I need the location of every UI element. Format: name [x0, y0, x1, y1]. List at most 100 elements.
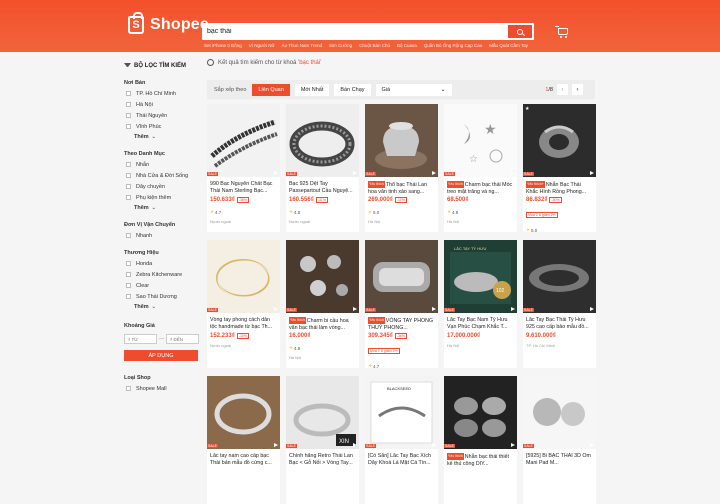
prev-page-button[interactable]: ‹ — [557, 84, 568, 95]
checkbox[interactable] — [126, 233, 131, 238]
video-icon — [432, 307, 436, 311]
more-button[interactable]: Thêm ⌄ — [124, 132, 202, 142]
filter-option[interactable]: Vĩnh Phúc — [124, 121, 202, 132]
keyword-link[interactable]: Mẫu Quát Cầm Tay — [489, 43, 528, 48]
product-card[interactable]: SALE Bạc 925 Dệt Tay Passepartout Cầu Ngu… — [286, 104, 359, 232]
filter-option[interactable]: Dây chuyền — [124, 181, 202, 192]
search-input[interactable] — [202, 24, 508, 39]
product-card[interactable]: SALE Yêu thích VÒNG TAY PHONG THUỶ PHONG..… — [365, 240, 438, 368]
checkbox[interactable] — [126, 272, 131, 277]
option-label: Dây chuyền — [136, 183, 166, 190]
rating-value: 4.8 — [452, 209, 459, 215]
more-label: Thêm — [134, 304, 149, 310]
filter-option[interactable]: Sao Thái Dương — [124, 291, 202, 302]
price-row: 17.000.000₫ — [447, 333, 514, 339]
keyword-link[interactable]: Áo Thun Nam Trend — [282, 43, 322, 48]
sort-newest-button[interactable]: Mới Nhất — [294, 83, 330, 96]
checkbox[interactable] — [126, 173, 131, 178]
filter-option[interactable]: Nhanh — [124, 230, 202, 241]
checkbox[interactable] — [126, 162, 131, 167]
video-icon — [432, 171, 436, 175]
product-card[interactable]: SALE Lắc Tay Bạc Thái Tỳ Hưu 925 cao cấp … — [523, 240, 596, 368]
keyword-link[interactable]: Chuột Bán Chú — [359, 43, 390, 48]
keyword-link[interactable]: Sim Cường — [329, 43, 352, 48]
product-card[interactable]: ★ ☆ SALE Yêu thích Charm bạc thái Móc treo m… — [444, 104, 517, 232]
product-card[interactable]: SALE Yêu thích Charm bi cầu hoa văn bạc th… — [286, 240, 359, 368]
shopee-logo[interactable]: S Shopee — [128, 12, 209, 34]
sort-relevance-button[interactable]: Liên Quan — [252, 83, 290, 96]
video-icon — [590, 171, 594, 175]
option-label: Thái Nguyên — [136, 112, 168, 119]
filter-option[interactable]: Honda — [124, 258, 202, 269]
star-icon: ★ — [289, 209, 294, 214]
product-image: LẮC TAY TỲ HƯU 102 SALE — [444, 240, 517, 313]
sale-label: SALE — [286, 172, 297, 176]
brand-name: Shopee — [150, 16, 209, 33]
product-name: Vòng tay phong cách dân tộc handmade từ … — [210, 317, 277, 330]
shop-location: TP. Hồ Chí Minh — [526, 343, 556, 348]
rating: ★ 5.0 — [368, 209, 435, 215]
keyword-link[interactable]: Set iPhone 0 Đồng — [204, 43, 242, 48]
filter-option[interactable]: Hà Nội — [124, 99, 202, 110]
filter-option[interactable]: Clear — [124, 280, 202, 291]
product-name-text: Lắc tay nam cao cấp bạc Thái bản mẫu đồ … — [210, 453, 272, 466]
video-icon — [353, 171, 357, 175]
price-row: 86.832₫ -50% — [526, 197, 593, 203]
product-card[interactable]: SALE Yêu thích Nhẫn bạc thái thiết kế thủ … — [444, 376, 517, 504]
product-card[interactable]: SALE Lắc tay nam cao cấp bạc Thái bản mẫu… — [207, 376, 280, 504]
filter-option[interactable]: Thái Nguyên — [124, 110, 202, 121]
price-sort-select[interactable]: Giá ⌄ — [375, 83, 452, 96]
video-icon — [274, 171, 278, 175]
checkbox[interactable] — [126, 261, 131, 266]
product-card[interactable]: SALE Vòng tay phong cách dân tộc handmade… — [207, 240, 280, 368]
next-page-button[interactable]: › — [572, 84, 583, 95]
checkbox[interactable] — [126, 283, 131, 288]
filter-option[interactable]: Nhẫn — [124, 159, 202, 170]
mini-pagination: 1/8 ‹ › — [545, 84, 583, 95]
product-card[interactable]: BLACKSEED SALE [Có Sẵn] Lắc Tay Bạc Xích D… — [365, 376, 438, 504]
sale-label: SALE — [523, 444, 534, 448]
product-card[interactable]: SALE Yêu thích Thổ bạc Thái Lan hoa văn ti… — [365, 104, 438, 232]
rating: ★ 5.0 — [526, 227, 593, 232]
filter-option[interactable]: TP. Hồ Chí Minh — [124, 88, 202, 99]
product-card[interactable]: ★ SALE Yêu thích+ Nhẫn Bạc Thái Khắc Hình R… — [523, 104, 596, 232]
checkbox[interactable] — [126, 102, 131, 107]
more-button[interactable]: Thêm ⌄ — [124, 302, 202, 312]
star-icon: ★ — [289, 345, 294, 350]
sort-bestseller-button[interactable]: Bán Chạy — [334, 83, 371, 96]
more-button[interactable]: Thêm ⌄ — [124, 203, 202, 213]
filter-option[interactable]: Zebra Kitchenware — [124, 269, 202, 280]
keyword-link[interactable]: Quần Bò Ống Rộng Cạp Cao — [424, 43, 483, 48]
filter-option[interactable]: Nhà Cửa & Đời Sống — [124, 170, 202, 181]
cart-icon[interactable] — [555, 26, 568, 38]
sale-label: SALE — [365, 172, 376, 176]
search-button[interactable] — [508, 25, 532, 38]
price-to-input[interactable] — [166, 334, 199, 344]
promo-badge: Mua 2 & giảm 2% — [368, 348, 400, 354]
checkbox[interactable] — [126, 184, 131, 189]
checkbox[interactable] — [126, 294, 131, 299]
rating-value: 5.0 — [531, 227, 538, 233]
product-card[interactable]: LẮC TAY TỲ HƯU 102 SALE Lắc Tay Bạc Nam Tỳ … — [444, 240, 517, 368]
product-name: Yêu thích+ Nhẫn Bạc Thái Khắc Hình Rồng P… — [526, 181, 593, 194]
lightbulb-icon — [207, 59, 214, 66]
checkbox[interactable] — [126, 386, 131, 391]
product-card[interactable]: XIN SALE Chính hãng Retro Thái Lan Bạc < G… — [286, 376, 359, 504]
product-card[interactable]: SALE 990 Bạc Nguyên Chất Bạc Thái Nam Ste… — [207, 104, 280, 232]
product-name: Lắc Tay Bạc Nam Tỳ Hưu Vạn Phúc Chạm Khắ… — [447, 317, 514, 330]
apply-button[interactable]: ÁP DỤNG — [124, 350, 198, 361]
checkbox[interactable] — [126, 113, 131, 118]
filter-option[interactable]: Phụ kiện thêm — [124, 192, 202, 203]
price-row: 269.000₫ -10% — [368, 197, 435, 203]
keyword-link[interactable]: Ví Ngưới Nữ — [249, 43, 275, 48]
checkbox[interactable] — [126, 91, 131, 96]
option-label: Sao Thái Dương — [136, 293, 177, 300]
product-name: Yêu thích VÒNG TAY PHONG THUỶ PHONG... — [368, 317, 435, 330]
product-card[interactable]: SALE [5925] Bi BẠC THÁI 3D Om Mani Pad M.… — [523, 376, 596, 504]
filter-option[interactable]: Shopee Mall — [124, 383, 202, 394]
price-from-input[interactable] — [124, 334, 157, 344]
checkbox[interactable] — [126, 195, 131, 200]
checkbox[interactable] — [126, 124, 131, 129]
keyword-link[interactable]: Bộ Cuasa — [397, 43, 417, 48]
product-price: 68.500₫ — [447, 197, 469, 203]
